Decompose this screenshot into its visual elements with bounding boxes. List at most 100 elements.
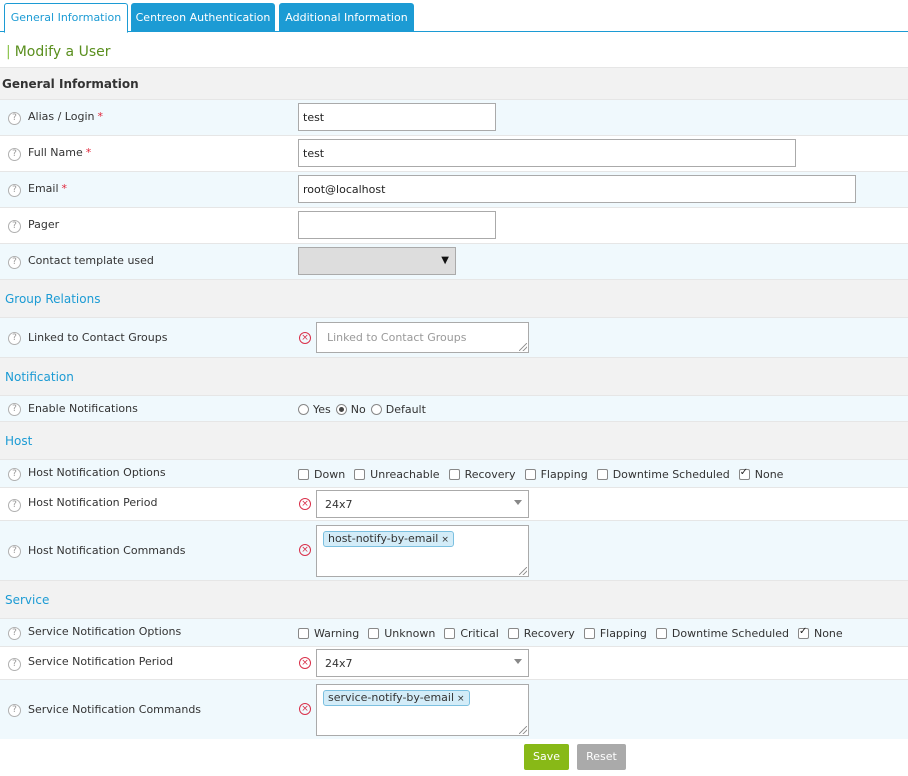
row-service-notification-commands: ? Service Notification Commands × servic… [0,679,908,739]
checkbox-flapping-label: Flapping [599,627,647,640]
host-notification-period-select[interactable]: 24x7 [316,490,529,518]
section-title-service: Service [5,593,50,607]
help-icon[interactable]: ? [8,220,21,233]
checkbox-recovery[interactable] [448,469,460,480]
alias-input[interactable] [298,103,496,131]
clear-x-icon[interactable]: × [299,657,311,669]
resize-grip-icon[interactable] [519,726,527,734]
host-notification-period-label: Host Notification Period [28,496,158,509]
help-icon[interactable]: ? [8,545,21,558]
reset-button[interactable]: Reset [577,744,626,770]
page-title: | Modify a User [6,44,111,60]
host-notification-options-group: Down Unreachable Recovery Flapping Downt… [298,467,792,481]
clear-x-icon[interactable]: × [299,498,311,510]
checkbox-warning-label: Warning [314,627,360,640]
checkbox-none[interactable] [738,467,750,480]
required-marker: * [61,182,68,195]
pager-label: Pager [28,218,60,231]
help-icon[interactable]: ? [8,403,21,416]
radio-no-label: No [350,403,366,416]
host-notification-commands-input[interactable]: host-notify-by-email × [316,525,529,577]
linked-contact-groups-placeholder: Linked to Contact Groups [327,331,467,344]
radio-no[interactable] [335,404,347,415]
help-icon[interactable]: ? [8,627,21,640]
service-notification-period-select[interactable]: 24x7 [316,649,529,677]
help-icon[interactable]: ? [8,112,21,125]
title-bar-decoration: | [6,44,11,60]
chip-remove-icon[interactable]: × [457,694,465,704]
checkbox-downtime-scheduled[interactable] [655,628,667,639]
alias-label: Alias / Login * [28,110,103,123]
checkbox-down[interactable] [298,469,309,480]
tab-general-information[interactable]: General Information [4,3,128,33]
checkbox-warning[interactable] [298,628,309,639]
contact-template-select[interactable]: ▼ [298,247,456,275]
help-icon[interactable]: ? [8,184,21,197]
checkbox-flapping[interactable] [524,469,536,480]
contact-template-label: Contact template used [28,254,154,267]
checkbox-recovery[interactable] [507,628,519,639]
linked-contact-groups-label: Linked to Contact Groups [28,331,168,344]
resize-grip-icon[interactable] [519,567,527,575]
save-button[interactable]: Save [524,744,569,770]
section-header-notification: Notification [0,357,908,395]
checkbox-downtime-scheduled-label: Downtime Scheduled [612,468,730,481]
section-title-notification: Notification [5,370,74,384]
chip-remove-icon[interactable]: × [441,535,449,545]
row-host-notification-commands: ? Host Notification Commands × host-noti… [0,520,908,580]
radio-yes-label: Yes [313,403,331,416]
service-notification-options-label: Service Notification Options [28,625,182,638]
host-notification-commands-label: Host Notification Commands [28,544,186,557]
clear-x-icon[interactable]: × [299,544,311,556]
row-host-notification-period: ? Host Notification Period × 24x7 [0,487,908,520]
command-chip[interactable]: service-notify-by-email × [323,690,470,706]
checkbox-unreachable-label: Unreachable [370,468,440,481]
checkbox-down-label: Down [314,468,346,481]
service-notification-period-value: 24x7 [325,657,353,670]
enable-notifications-label: Enable Notifications [28,402,138,415]
checkbox-none-label: None [754,468,784,481]
required-marker: * [85,146,92,159]
checkbox-none[interactable] [797,626,809,639]
help-icon[interactable]: ? [8,658,21,671]
clear-x-icon[interactable]: × [299,703,311,715]
tab-additional-information[interactable]: Additional Information [279,3,414,32]
pager-input[interactable] [298,211,496,239]
section-title-general: General Information [2,77,139,91]
help-icon[interactable]: ? [8,148,21,161]
fullname-label: Full Name * [28,146,92,159]
checkbox-critical-label: Critical [460,627,499,640]
help-icon[interactable]: ? [8,332,21,345]
help-icon[interactable]: ? [8,468,21,481]
row-pager: ? Pager [0,207,908,243]
help-icon[interactable]: ? [8,256,21,269]
section-title-host: Host [5,434,33,448]
help-icon[interactable]: ? [8,499,21,512]
row-enable-notifications: ? Enable Notifications Yes No Default [0,395,908,421]
service-notification-period-label: Service Notification Period [28,655,174,668]
checkbox-unknown[interactable] [368,628,380,639]
fullname-input[interactable] [298,139,796,167]
service-notification-commands-input[interactable]: service-notify-by-email × [316,684,529,736]
help-icon[interactable]: ? [8,704,21,717]
command-chip[interactable]: host-notify-by-email × [323,531,454,547]
radio-yes[interactable] [298,404,309,415]
checkbox-flapping[interactable] [583,628,595,639]
row-contact-template: ? Contact template used ▼ [0,243,908,279]
checkbox-unknown-label: Unknown [384,627,436,640]
checkbox-flapping-label: Flapping [540,468,588,481]
tab-centreon-authentication[interactable]: Centreon Authentication [131,3,275,32]
checkbox-critical[interactable] [444,628,456,639]
email-input[interactable] [298,175,856,203]
linked-contact-groups-input[interactable]: Linked to Contact Groups [316,322,529,353]
tab-bar: General Information Centreon Authenticat… [0,0,908,33]
row-service-notification-options: ? Service Notification Options Warning U… [0,618,908,646]
row-host-notification-options: ? Host Notification Options Down Unreach… [0,459,908,487]
section-header-general: General Information [0,67,908,99]
radio-default[interactable] [370,404,382,415]
clear-x-icon[interactable]: × [299,332,311,344]
resize-grip-icon[interactable] [519,343,527,351]
page-title-text: Modify a User [14,44,111,60]
checkbox-unreachable[interactable] [354,469,366,480]
checkbox-downtime-scheduled[interactable] [596,469,608,480]
